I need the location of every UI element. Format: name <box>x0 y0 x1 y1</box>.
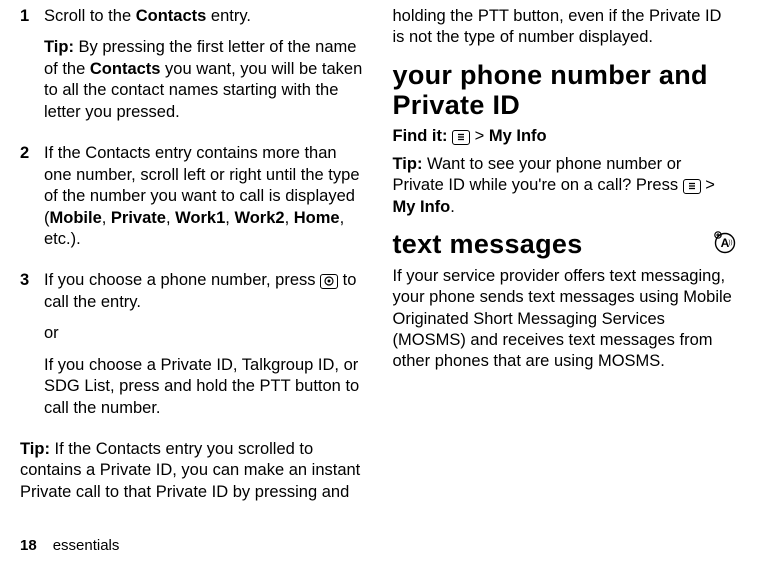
step-number: 3 <box>20 270 44 429</box>
step-body: If the Contacts entry contains more than… <box>44 143 365 260</box>
text-messages-heading-row: text messages A )) <box>393 230 738 260</box>
tip-phone-id: Tip: Want to see your phone number or Pr… <box>393 154 738 218</box>
step-2-text: If the Contacts entry contains more than… <box>44 143 365 250</box>
step-body: If you choose a phone number, press to c… <box>44 270 365 429</box>
menu-key-icon <box>683 179 701 194</box>
step-1-tip: Tip: By pressing the first letter of the… <box>44 37 365 123</box>
left-column: 1 Scroll to the Contacts entry. Tip: By … <box>20 6 365 513</box>
find-it-line: Find it: > My Info <box>393 126 738 147</box>
send-key-icon <box>320 274 338 289</box>
page-number: 18 <box>20 537 37 554</box>
right-column: holding the PTT button, even if the Priv… <box>393 6 738 513</box>
step-1-text: Scroll to the Contacts entry. <box>44 6 365 27</box>
footer-section-label: essentials <box>53 537 120 554</box>
tip-text: Tip: If the Contacts entry you scrolled … <box>20 439 365 503</box>
step-3-text-b: If you choose a Private ID, Talkgroup ID… <box>44 355 365 419</box>
feature-badge-icon: A )) <box>713 230 737 257</box>
svg-text:)): )) <box>729 240 733 246</box>
step-3-text-a: If you choose a phone number, press to c… <box>44 270 365 313</box>
tip-block: Tip: If the Contacts entry you scrolled … <box>20 439 365 503</box>
section-heading-text: text messages <box>393 230 583 260</box>
step-2: 2 If the Contacts entry contains more th… <box>20 143 365 260</box>
step-number: 2 <box>20 143 44 260</box>
text-messages-body: If your service provider offers text mes… <box>393 266 738 373</box>
step-body: Scroll to the Contacts entry. Tip: By pr… <box>44 6 365 133</box>
section-heading-phone: your phone number and Private ID <box>393 61 738 120</box>
menu-key-icon <box>452 130 470 145</box>
step-1: 1 Scroll to the Contacts entry. Tip: By … <box>20 6 365 133</box>
page-footer: 18 essentials <box>20 537 119 554</box>
continuation-text: holding the PTT button, even if the Priv… <box>393 6 738 49</box>
step-3: 3 If you choose a phone number, press to… <box>20 270 365 429</box>
step-number: 1 <box>20 6 44 133</box>
step-3-or: or <box>44 323 365 344</box>
